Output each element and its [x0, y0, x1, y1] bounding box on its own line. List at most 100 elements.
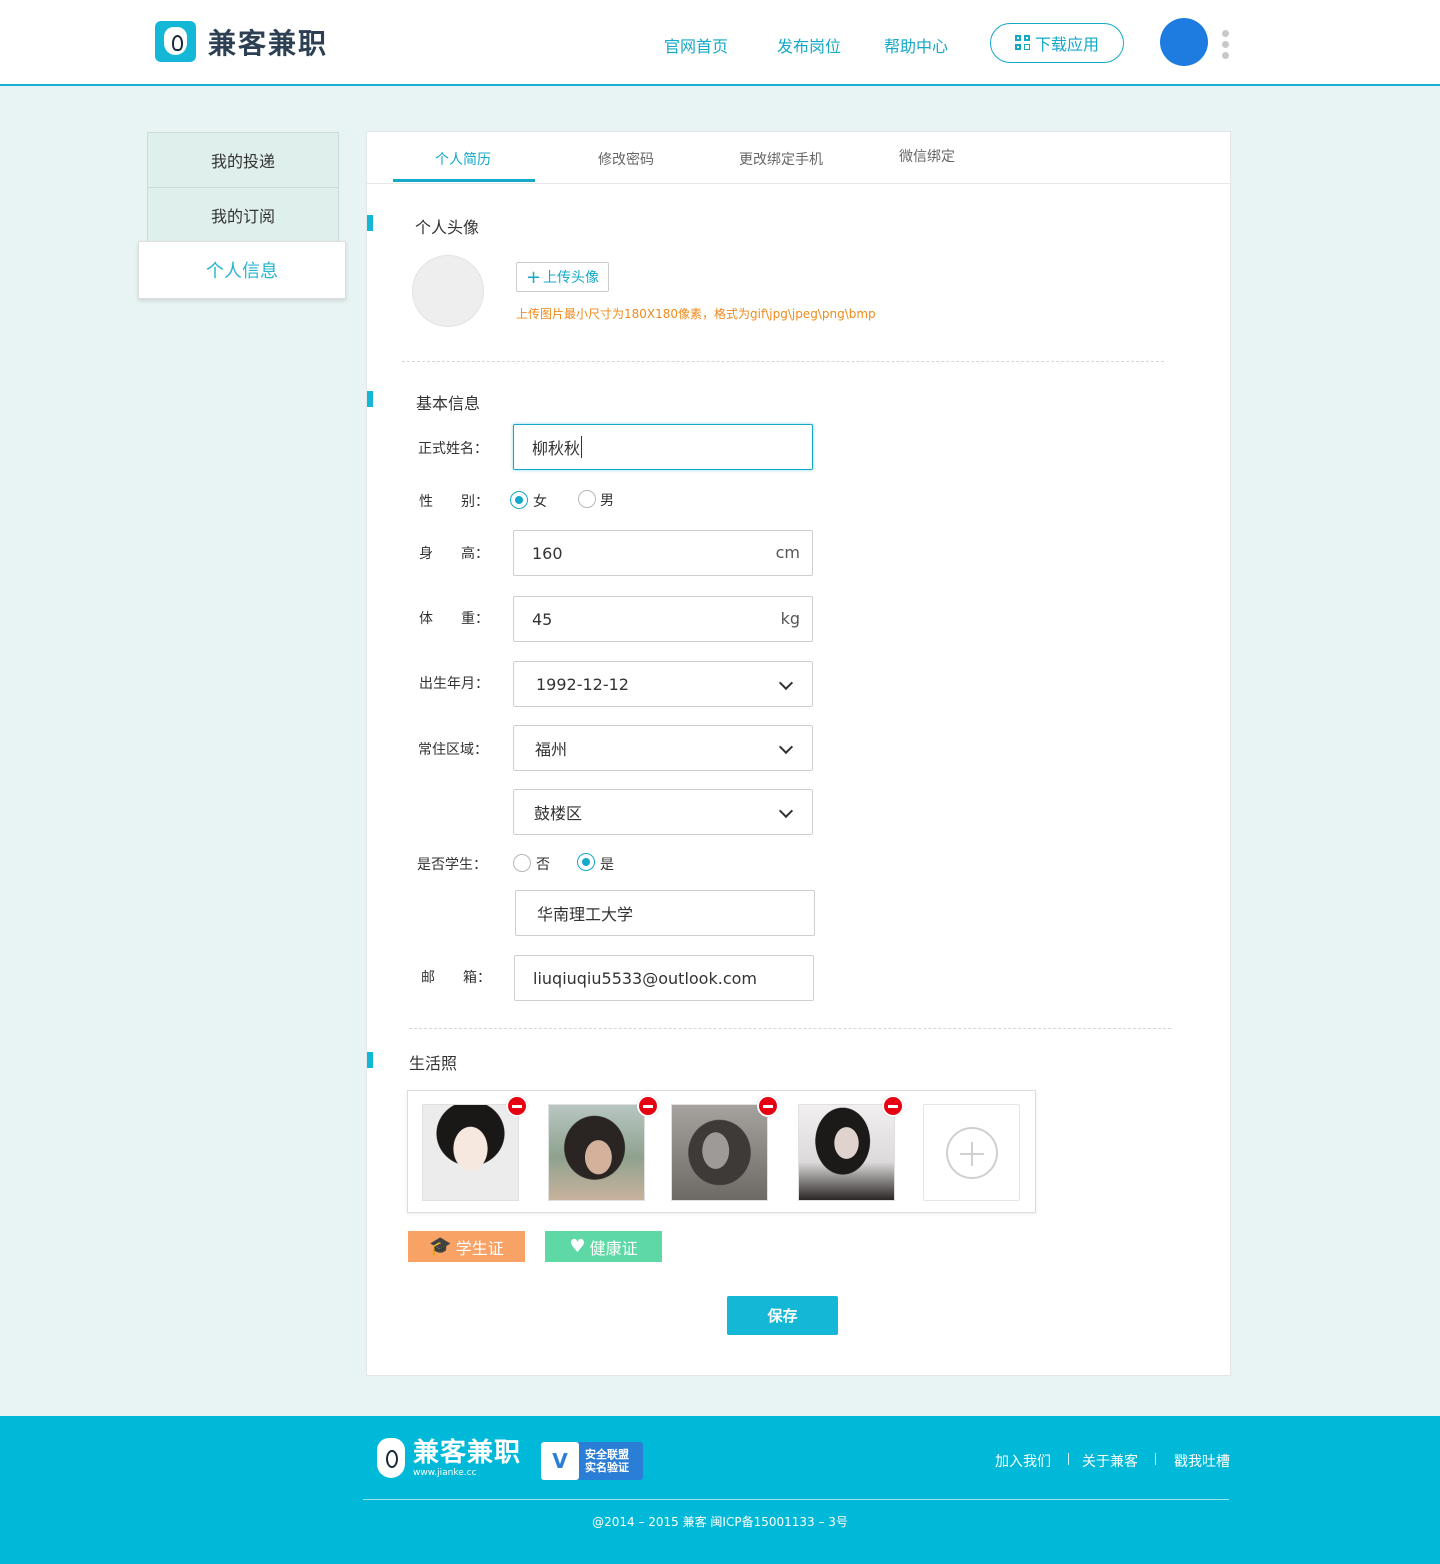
sidebar-item-label: 我的订阅 — [210, 207, 275, 226]
weight-unit: kg — [780, 609, 800, 628]
section-marker — [367, 215, 373, 231]
name-label: 正式姓名： — [418, 441, 488, 457]
verified-v-icon: V — [541, 1442, 579, 1480]
footer-brand-name: 兼客兼职 — [413, 1438, 522, 1468]
qrcode-icon — [1014, 35, 1031, 51]
footer-link-about[interactable]: 关于兼客 — [1082, 1451, 1138, 1471]
remove-photo-icon[interactable] — [757, 1095, 779, 1117]
save-button[interactable]: 保存 — [727, 1296, 838, 1335]
verify-line2: 实名验证 — [585, 1461, 629, 1474]
avatar-placeholder[interactable] — [412, 255, 484, 327]
district-select[interactable]: 鼓楼区 — [513, 789, 813, 835]
nav-help[interactable]: 帮助中心 — [884, 33, 948, 57]
user-avatar[interactable] — [1160, 18, 1208, 66]
footer-domain: www.jianke.cc — [413, 1468, 477, 1478]
footer-logo[interactable]: 兼客兼职 www.jianke.cc — [377, 1438, 521, 1478]
upload-hint: 上传图片最小尺寸为180X180像素，格式为gif\jpg\jpeg\png\b… — [516, 307, 876, 321]
student-yes-label: 是 — [600, 857, 614, 873]
life-photos-title: 生活照 — [409, 1054, 458, 1073]
tab-active-indicator — [393, 179, 535, 182]
district-value: 鼓楼区 — [534, 804, 583, 823]
brand-logo[interactable]: 兼客兼职 — [155, 21, 328, 62]
profile-card: 个人简历 修改密码 更改绑定手机 微信绑定 个人头像 + 上传头像 上传图片最小… — [366, 131, 1231, 1376]
section-marker — [367, 391, 373, 407]
tab-change-phone[interactable]: 更改绑定手机 — [739, 149, 823, 169]
email-input[interactable]: liuqiuqiu5533@outlook.com — [514, 955, 814, 1001]
nav-post-job[interactable]: 发布岗位 — [777, 33, 841, 57]
sidebar-item-subscriptions[interactable]: 我的订阅 — [147, 187, 339, 243]
footer-separator — [1068, 1453, 1069, 1465]
birth-select[interactable]: 1992-12-12 — [513, 661, 813, 707]
nav-home[interactable]: 官网首页 — [664, 33, 728, 57]
page-footer: 兼客兼职 www.jianke.cc V 安全联盟 实名验证 加入我们 关于兼客… — [0, 1416, 1440, 1564]
graduation-cap-icon: 🎓 — [429, 1236, 452, 1257]
upload-avatar-button[interactable]: + 上传头像 — [516, 262, 609, 292]
verification-badge[interactable]: V 安全联盟 实名验证 — [541, 1442, 643, 1480]
gender-female-radio[interactable] — [510, 491, 528, 509]
height-value: 160 — [532, 543, 563, 563]
avatar-section-title: 个人头像 — [415, 218, 480, 237]
weight-input[interactable]: 45 kg — [513, 596, 813, 642]
rhino-logo-icon — [377, 1438, 405, 1478]
heart-icon: ♥ — [569, 1236, 586, 1257]
remove-photo-icon[interactable] — [637, 1095, 659, 1117]
birth-label: 出生年月： — [419, 676, 489, 692]
footer-copyright: @2014 – 2015 兼客 闽ICP备15001133 – 3号 — [592, 1515, 848, 1529]
name-value: 柳秋秋 — [532, 439, 581, 458]
health-card-badge[interactable]: ♥ 健康证 — [545, 1231, 662, 1262]
divider — [402, 361, 1164, 362]
health-card-label: 健康证 — [589, 1238, 638, 1258]
divider — [409, 1028, 1171, 1029]
height-unit: cm — [775, 543, 800, 562]
school-input[interactable]: 华南理工大学 — [515, 890, 815, 936]
plus-circle-icon — [946, 1127, 998, 1179]
life-photo[interactable] — [548, 1104, 645, 1201]
student-yes-radio[interactable] — [577, 853, 595, 871]
student-no-radio[interactable] — [513, 854, 531, 872]
add-photo-button[interactable] — [923, 1104, 1020, 1201]
school-value: 华南理工大学 — [537, 905, 634, 924]
download-app-button[interactable]: 下载应用 — [990, 23, 1124, 63]
email-label: 邮 箱： — [421, 970, 491, 986]
gender-male-radio[interactable] — [578, 490, 596, 508]
upload-avatar-label: 上传头像 — [543, 270, 600, 286]
footer-link-join[interactable]: 加入我们 — [995, 1451, 1051, 1471]
tab-wechat-binding[interactable]: 微信绑定 — [899, 146, 955, 166]
life-photo[interactable] — [798, 1104, 895, 1201]
life-photo[interactable] — [671, 1104, 768, 1201]
email-value: liuqiuqiu5533@outlook.com — [533, 968, 757, 988]
gender-female-label: 女 — [533, 494, 547, 510]
city-select[interactable]: 福州 — [513, 725, 813, 771]
plus-icon: + — [525, 266, 542, 288]
text-caret — [581, 436, 583, 458]
footer-divider — [363, 1499, 1229, 1500]
chevron-down-icon — [778, 739, 794, 755]
remove-photo-icon[interactable] — [882, 1095, 904, 1117]
rhino-logo-icon — [155, 21, 196, 62]
height-input[interactable]: 160 cm — [513, 530, 813, 576]
life-photo[interactable] — [422, 1104, 519, 1201]
weight-value: 45 — [532, 609, 553, 629]
gender-label: 性 别： — [419, 494, 489, 510]
footer-separator — [1155, 1453, 1156, 1465]
tab-change-password[interactable]: 修改密码 — [598, 149, 654, 169]
name-input[interactable]: 柳秋秋 — [513, 424, 813, 470]
download-app-label: 下载应用 — [1034, 35, 1099, 54]
birth-value: 1992-12-12 — [536, 674, 629, 694]
city-value: 福州 — [535, 740, 568, 759]
remove-photo-icon[interactable] — [506, 1095, 528, 1117]
footer-link-feedback[interactable]: 戳我吐槽 — [1174, 1451, 1230, 1471]
tab-resume[interactable]: 个人简历 — [435, 149, 491, 169]
basic-info-title: 基本信息 — [416, 394, 481, 413]
student-label: 是否学生： — [417, 857, 487, 873]
weight-label: 体 重： — [419, 611, 489, 627]
verify-line1: 安全联盟 — [585, 1448, 629, 1461]
student-card-badge[interactable]: 🎓 学生证 — [408, 1231, 525, 1262]
profile-tabs: 个人简历 修改密码 更改绑定手机 微信绑定 — [367, 132, 1230, 184]
more-options-icon[interactable] — [1222, 30, 1230, 63]
chevron-down-icon — [778, 675, 794, 691]
sidebar-item-applications[interactable]: 我的投递 — [147, 132, 339, 188]
sidebar-item-personal-info[interactable]: 个人信息 — [138, 241, 346, 299]
life-photos-gallery — [407, 1090, 1036, 1213]
sidebar-item-label: 我的投递 — [210, 152, 275, 171]
